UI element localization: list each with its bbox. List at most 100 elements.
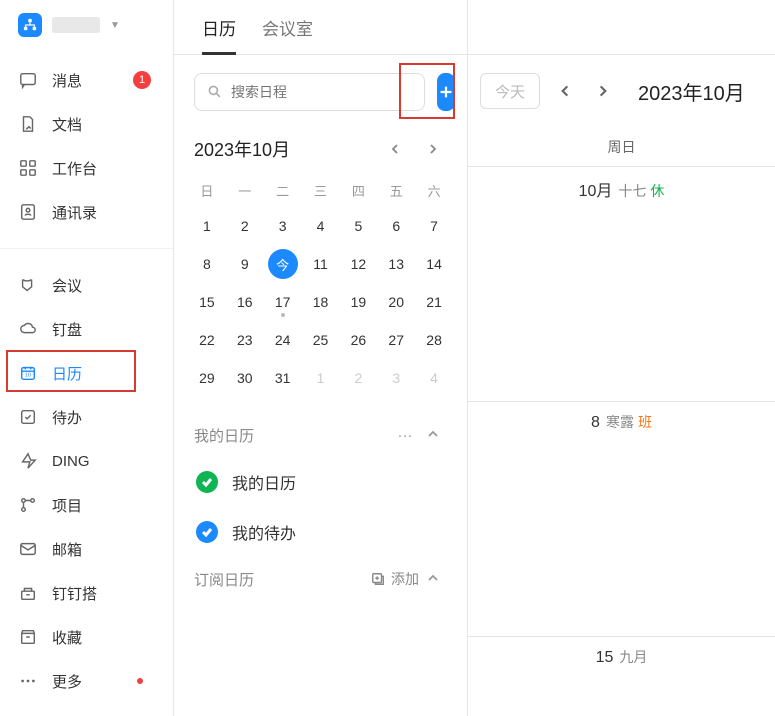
calendar-day[interactable]: 27: [377, 321, 415, 359]
prev-month-button[interactable]: [381, 135, 409, 163]
calendar-day[interactable]: 11: [302, 245, 340, 283]
tabs: 日历 会议室: [174, 0, 467, 55]
day-prefix: 8: [591, 414, 600, 431]
sidebar-item-project[interactable]: 项目: [0, 483, 173, 527]
sidebar-item-workbench[interactable]: 工作台: [0, 146, 173, 190]
calendar-day[interactable]: 17: [264, 283, 302, 321]
sidebar-item-more[interactable]: 更多: [0, 659, 173, 703]
next-week-button[interactable]: [590, 78, 616, 104]
calendar-day[interactable]: 1: [188, 207, 226, 245]
calendar-day[interactable]: 4: [415, 359, 453, 397]
project-icon: [18, 495, 38, 515]
calendar-day[interactable]: 23: [226, 321, 264, 359]
sidebar-item-label: DING: [52, 453, 90, 470]
check-icon: [196, 471, 218, 493]
calendar-list-item-mine[interactable]: 我的日历: [194, 457, 447, 507]
dow-label: 五: [377, 173, 415, 207]
sidebar-item-build[interactable]: 钉钉搭: [0, 571, 173, 615]
calendar-day[interactable]: 5: [339, 207, 377, 245]
sidebar-item-todo[interactable]: 待办: [0, 395, 173, 439]
calendar-day[interactable]: 12: [339, 245, 377, 283]
sidebar: ▼ 消息 1 文档 工作台 通讯录 会议 钉盘 10: [0, 0, 174, 716]
sidebar-item-docs[interactable]: 文档: [0, 102, 173, 146]
calendar-day[interactable]: 13: [377, 245, 415, 283]
calendar-day[interactable]: 7: [415, 207, 453, 245]
calendar-day[interactable]: 16: [226, 283, 264, 321]
sidebar-item-drive[interactable]: 钉盘: [0, 307, 173, 351]
calendar-day[interactable]: 2: [339, 359, 377, 397]
collapse-icon[interactable]: [419, 427, 447, 444]
dow-label: 二: [264, 173, 302, 207]
sidebar-item-messages[interactable]: 消息 1: [0, 58, 173, 102]
calendar-day[interactable]: 9: [226, 245, 264, 283]
sidebar-item-label: 会议: [52, 275, 82, 296]
collapse-icon[interactable]: [419, 571, 447, 588]
sidebar-item-mail[interactable]: 邮箱: [0, 527, 173, 571]
calendar-day[interactable]: 1: [302, 359, 340, 397]
day-row[interactable]: 15九月: [468, 637, 775, 689]
dow-header: 周日: [468, 127, 775, 167]
day-row[interactable]: 10月十七休: [468, 167, 775, 402]
calendar-day[interactable]: 31: [264, 359, 302, 397]
add-subscription-button[interactable]: 添加: [371, 569, 419, 589]
calendar-day[interactable]: 19: [339, 283, 377, 321]
dow-label: 六: [415, 173, 453, 207]
plus-icon: [437, 83, 455, 101]
app-logo-icon: [18, 13, 42, 37]
calendar-day[interactable]: 今: [264, 245, 302, 283]
sidebar-item-calendar[interactable]: 10 日历: [0, 351, 173, 395]
notification-dot: [137, 678, 143, 684]
mini-calendar-title: 2023年10月: [194, 136, 290, 162]
calendar-day[interactable]: 20: [377, 283, 415, 321]
search-box[interactable]: [194, 73, 425, 111]
sidebar-item-label: 消息: [52, 70, 82, 91]
sidebar-item-contacts[interactable]: 通讯录: [0, 190, 173, 234]
dow-label: 一: [226, 173, 264, 207]
add-sub-icon: [371, 572, 385, 586]
sidebar-item-ding[interactable]: DING: [0, 439, 173, 483]
calendar-day[interactable]: 26: [339, 321, 377, 359]
sidebar-item-label: 更多: [52, 671, 82, 692]
calendar-day[interactable]: 2: [226, 207, 264, 245]
sidebar-item-label: 工作台: [52, 158, 97, 179]
sidebar-item-favorites[interactable]: 收藏: [0, 615, 173, 659]
build-icon: [18, 583, 38, 603]
next-month-button[interactable]: [419, 135, 447, 163]
tab-rooms[interactable]: 会议室: [262, 1, 313, 54]
sidebar-item-label: 文档: [52, 114, 82, 135]
calendar-day[interactable]: 21: [415, 283, 453, 321]
prev-week-button[interactable]: [552, 78, 578, 104]
calendar-day[interactable]: 6: [377, 207, 415, 245]
fav-icon: [18, 627, 38, 647]
section-title: 我的日历: [194, 425, 254, 446]
add-event-button[interactable]: [437, 73, 455, 111]
subscribed-header: 订阅日历 添加: [194, 557, 447, 601]
day-row[interactable]: 8寒露班: [468, 402, 775, 637]
calendar-day[interactable]: 4: [302, 207, 340, 245]
sidebar-item-meeting[interactable]: 会议: [0, 263, 173, 307]
message-icon: [18, 70, 38, 90]
calendar-day[interactable]: 30: [226, 359, 264, 397]
today-button[interactable]: 今天: [480, 73, 540, 109]
calendar-day[interactable]: 15: [188, 283, 226, 321]
calendar-day[interactable]: 14: [415, 245, 453, 283]
calendar-day[interactable]: 22: [188, 321, 226, 359]
calendar-day[interactable]: 25: [302, 321, 340, 359]
more-icon[interactable]: ···: [391, 427, 419, 444]
calendar-day[interactable]: 18: [302, 283, 340, 321]
calendar-day[interactable]: 28: [415, 321, 453, 359]
section-title: 订阅日历: [194, 569, 254, 590]
calendar-list-item-todo[interactable]: 我的待办: [194, 507, 447, 557]
calendar-day[interactable]: 29: [188, 359, 226, 397]
tab-calendar[interactable]: 日历: [202, 1, 236, 54]
day-tag-work: 班: [638, 414, 652, 430]
user-header[interactable]: ▼: [0, 0, 173, 50]
calendar-day[interactable]: 24: [264, 321, 302, 359]
calendar-day[interactable]: 8: [188, 245, 226, 283]
search-input[interactable]: [231, 84, 412, 100]
calendar-day[interactable]: 3: [377, 359, 415, 397]
calendar-day[interactable]: 3: [264, 207, 302, 245]
sidebar-item-label: 日历: [52, 363, 82, 384]
my-calendars-header: 我的日历 ···: [194, 413, 447, 457]
day-lunar: 九月: [619, 649, 647, 665]
